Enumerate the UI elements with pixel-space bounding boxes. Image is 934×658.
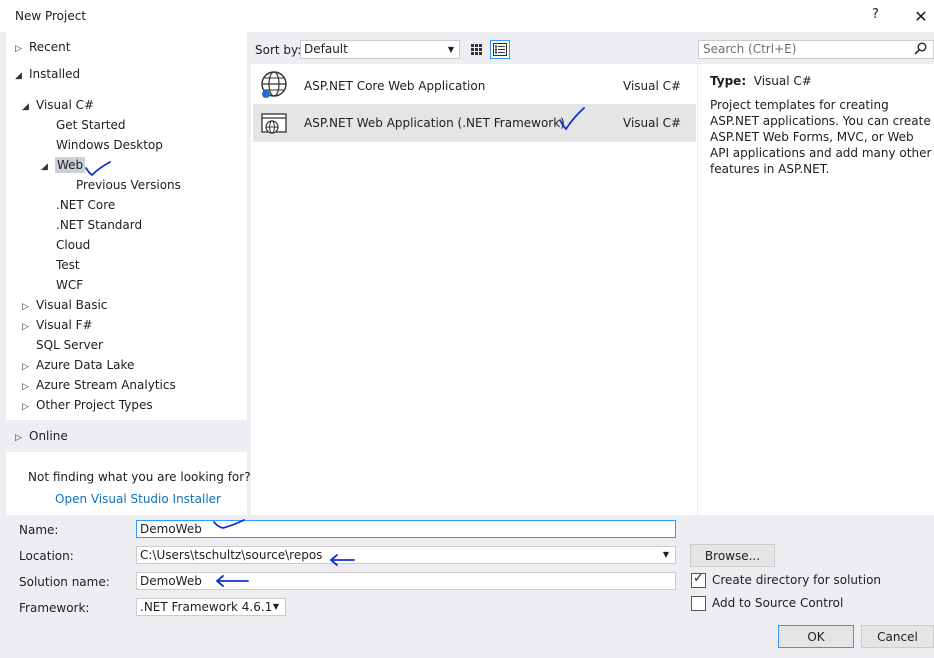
framework-label: Framework: bbox=[19, 601, 90, 615]
arrow-left-annotation bbox=[329, 554, 355, 566]
template-language: Visual C# bbox=[623, 116, 682, 130]
browse-button[interactable]: Browse... bbox=[690, 544, 775, 567]
tree-item-azure-data-lake[interactable]: ▷ Azure Data Lake bbox=[22, 356, 134, 374]
collapsed-arrow-icon: ▷ bbox=[22, 302, 29, 312]
sort-label: Sort by: bbox=[255, 43, 302, 57]
help-button[interactable]: ? bbox=[872, 7, 879, 22]
collapsed-arrow-icon: ▷ bbox=[22, 362, 29, 372]
checkmark-annotation bbox=[559, 107, 585, 131]
tree-item-test[interactable]: Test bbox=[56, 256, 80, 274]
location-combobox[interactable]: C:\Users\tschultz\source\repos ▼ bbox=[136, 546, 676, 564]
tree-item-other-project-types[interactable]: ▷ Other Project Types bbox=[22, 396, 153, 414]
expanded-arrow-icon: ◢ bbox=[22, 102, 29, 112]
type-label: Type: bbox=[710, 74, 747, 88]
template-description: Project templates for creating ASP.NET a… bbox=[710, 98, 932, 176]
tree-item-previous-versions[interactable]: Previous Versions bbox=[76, 176, 181, 194]
cancel-button[interactable]: Cancel bbox=[861, 625, 934, 648]
tree-item-net-standard[interactable]: .NET Standard bbox=[56, 216, 142, 234]
collapsed-arrow-icon: ▷ bbox=[22, 382, 29, 392]
search-placeholder: Search (Ctrl+E) bbox=[703, 42, 797, 56]
checkmark-annotation bbox=[213, 519, 245, 529]
tree-item-get-started[interactable]: Get Started bbox=[56, 116, 126, 134]
close-button[interactable]: ✕ bbox=[911, 6, 931, 26]
template-row-aspnet-core[interactable]: ASP.NET Core Web Application Visual C# bbox=[253, 67, 696, 105]
collapsed-arrow-icon: ▷ bbox=[15, 44, 22, 54]
template-row-aspnet-framework[interactable]: ASP.NET Web Application (.NET Framework)… bbox=[253, 104, 696, 142]
collapsed-arrow-icon: ▷ bbox=[15, 433, 22, 443]
framework-select[interactable]: .NET Framework 4.6.1 ▼ bbox=[136, 598, 286, 616]
list-view-icon bbox=[493, 43, 507, 56]
add-source-control-option[interactable]: Add to Source Control bbox=[691, 596, 843, 611]
collapsed-arrow-icon: ▷ bbox=[22, 322, 29, 332]
template-type: Type: Visual C# bbox=[710, 74, 812, 88]
title-bar: New Project ? ✕ bbox=[0, 0, 934, 32]
type-value: Visual C# bbox=[753, 74, 812, 88]
tree-item-sql-server[interactable]: SQL Server bbox=[36, 336, 103, 354]
tree-item-windows-desktop[interactable]: Windows Desktop bbox=[56, 136, 163, 154]
collapsed-arrow-icon: ▷ bbox=[22, 402, 29, 412]
open-installer-link[interactable]: Open Visual Studio Installer bbox=[55, 492, 221, 506]
tree-item-wcf[interactable]: WCF bbox=[56, 276, 83, 294]
template-name: ASP.NET Core Web Application bbox=[304, 79, 486, 93]
tree-item-recent[interactable]: ▷ Recent bbox=[15, 38, 70, 56]
list-view-button[interactable] bbox=[490, 40, 510, 59]
create-directory-option[interactable]: ✓ Create directory for solution bbox=[691, 571, 882, 588]
template-name: ASP.NET Web Application (.NET Framework) bbox=[304, 116, 565, 130]
template-list-pane: ASP.NET Core Web Application Visual C# A… bbox=[251, 64, 697, 515]
window-title: New Project bbox=[15, 9, 87, 23]
expanded-arrow-icon: ◢ bbox=[41, 162, 48, 172]
small-icons-view-button[interactable] bbox=[466, 40, 486, 59]
tree-item-azure-stream-analytics[interactable]: ▷ Azure Stream Analytics bbox=[22, 376, 176, 394]
solution-name-label: Solution name: bbox=[19, 575, 110, 589]
tree-item-visual-fsharp[interactable]: ▷ Visual F# bbox=[22, 316, 93, 334]
tree-item-visual-csharp[interactable]: ◢ Visual C# bbox=[22, 96, 94, 114]
search-icon bbox=[914, 42, 927, 60]
chevron-down-icon: ▼ bbox=[662, 550, 669, 559]
add-source-control-checkbox[interactable] bbox=[691, 596, 706, 611]
chevron-down-icon: ▼ bbox=[447, 45, 454, 54]
close-icon: ✕ bbox=[914, 6, 928, 26]
template-details-pane: Type: Visual C# Project templates for cr… bbox=[698, 64, 934, 515]
globe-web-icon bbox=[259, 70, 289, 100]
add-source-control-label: Add to Source Control bbox=[712, 596, 844, 610]
expanded-arrow-icon: ◢ bbox=[15, 71, 22, 81]
search-input[interactable]: Search (Ctrl+E) bbox=[698, 40, 934, 59]
checkmark-annotation bbox=[85, 161, 111, 177]
tree-item-cloud[interactable]: Cloud bbox=[56, 236, 90, 254]
create-directory-label: Create directory for solution bbox=[712, 573, 882, 587]
create-directory-checkbox[interactable]: ✓ bbox=[691, 571, 706, 588]
tree-item-visual-basic[interactable]: ▷ Visual Basic bbox=[22, 296, 107, 314]
tree-item-net-core[interactable]: .NET Core bbox=[56, 196, 115, 214]
arrow-left-annotation bbox=[215, 575, 249, 587]
name-label: Name: bbox=[19, 523, 59, 537]
chevron-down-icon: ▼ bbox=[272, 602, 279, 611]
grid-view-icon bbox=[470, 44, 482, 55]
tree-item-online[interactable]: ▷ Online bbox=[15, 427, 68, 445]
ok-button[interactable]: OK bbox=[778, 625, 854, 648]
web-application-icon bbox=[259, 107, 289, 137]
location-label: Location: bbox=[19, 549, 74, 563]
template-language: Visual C# bbox=[623, 79, 682, 93]
sort-value: Default bbox=[304, 42, 348, 56]
tree-item-installed[interactable]: ◢ Installed bbox=[15, 65, 80, 83]
not-finding-text: Not finding what you are looking for? bbox=[28, 470, 251, 484]
checkmark-icon: ✓ bbox=[693, 571, 704, 586]
sort-select[interactable]: Default ▼ bbox=[300, 40, 460, 59]
tree-item-web[interactable]: ◢ Web bbox=[41, 156, 86, 174]
